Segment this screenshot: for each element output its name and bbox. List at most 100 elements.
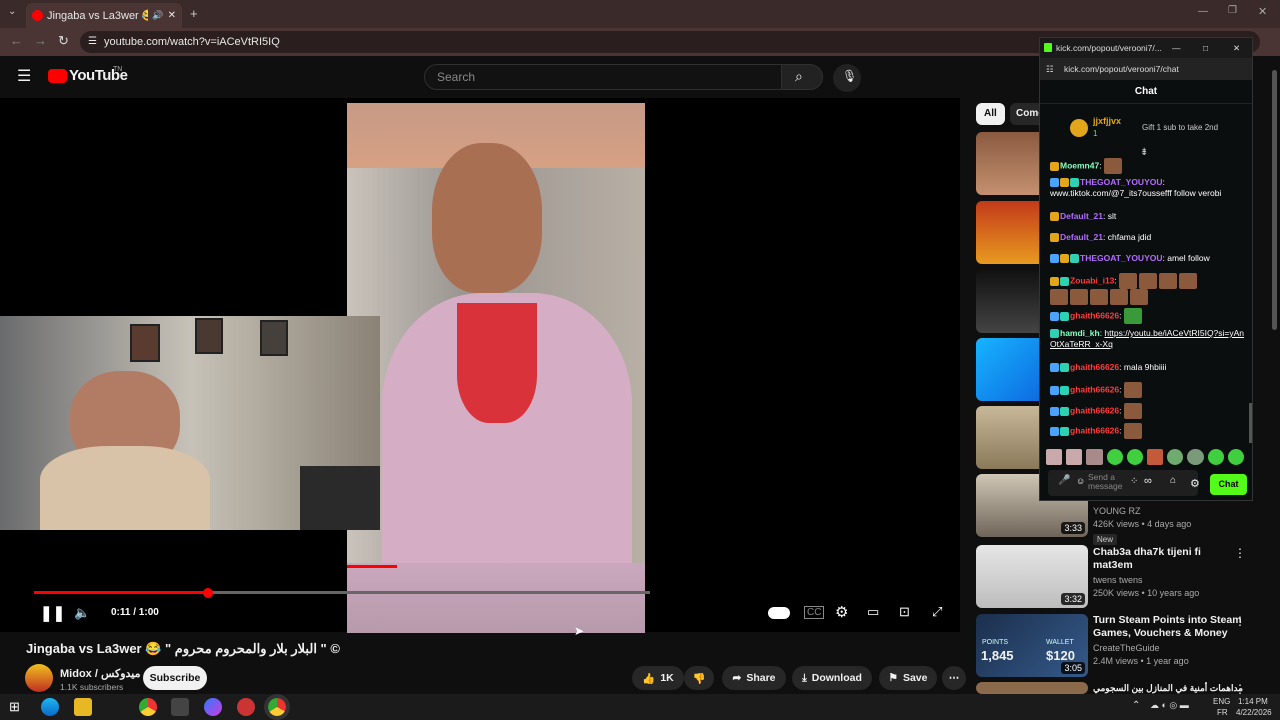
- chat-message: ghaith66626:: [1050, 403, 1246, 419]
- channel-name[interactable]: Midox / ميدوكس: [60, 667, 141, 680]
- like-count: 1K: [660, 672, 674, 684]
- language-indicator[interactable]: ENG: [1213, 697, 1230, 706]
- chrome-active-icon[interactable]: [264, 694, 290, 720]
- popout-close-icon[interactable]: ✕: [1233, 38, 1240, 58]
- share-button[interactable]: ➦ Share: [722, 666, 786, 690]
- more-actions-button[interactable]: ⋯: [942, 666, 966, 690]
- mic-icon[interactable]: 🎤: [1058, 475, 1070, 486]
- save-button[interactable]: ⚑ Save: [879, 666, 937, 690]
- video-thumbnail[interactable]: 3:32: [976, 545, 1088, 608]
- infinity-icon[interactable]: ∞: [1144, 475, 1152, 487]
- autoplay-toggle[interactable]: [768, 607, 790, 619]
- chat-message: Default_21: chfama jdid: [1050, 232, 1246, 243]
- popout-url-bar[interactable]: ☷ kick.com/popout/verooni7/chat: [1040, 58, 1252, 80]
- file-explorer-icon[interactable]: [74, 698, 92, 716]
- dislike-button[interactable]: 👎: [684, 666, 714, 690]
- search-input[interactable]: Search: [424, 64, 782, 90]
- close-window-icon[interactable]: ✕: [1258, 5, 1267, 18]
- video-info[interactable]: Turn Steam Points into Steam Games, Vouc…: [1093, 614, 1243, 666]
- video-info[interactable]: Chab3a dha7k tijeni fi mat3em twens twen…: [1093, 546, 1243, 598]
- pin-icon[interactable]: ⇟: [1140, 147, 1148, 158]
- edge-icon[interactable]: [41, 698, 59, 716]
- messenger-icon[interactable]: [204, 698, 222, 716]
- new-tab-icon[interactable]: +: [190, 6, 198, 21]
- share-icon: ➦: [732, 672, 742, 684]
- cast-icon[interactable]: ⊡: [899, 604, 910, 620]
- clock-date[interactable]: 4/22/2026: [1236, 708, 1272, 717]
- captions-icon[interactable]: CC: [804, 606, 825, 619]
- reload-icon[interactable]: ↻: [58, 33, 69, 49]
- chat-scrollbar[interactable]: [1249, 403, 1252, 443]
- channel-name[interactable]: CreateTheGuide: [1093, 643, 1243, 653]
- fullscreen-icon[interactable]: ⤢: [932, 604, 942, 620]
- thumb-points-label: POINTS: [982, 639, 1009, 646]
- chat-message: THEGOAT_YOUYOU: www.tiktok.com/@7_its7ou…: [1050, 177, 1222, 198]
- close-tab-icon[interactable]: ✕: [168, 10, 176, 21]
- chat-message-input[interactable]: 🎤 ☺ Send a message ⁘ ∞ ⌂: [1048, 470, 1198, 496]
- video-thumbnail[interactable]: POINTS 1,845 WALLET $120 3:05: [976, 614, 1088, 677]
- tab-title: Jingaba vs La3wer 😂 " البلا: [47, 10, 148, 22]
- windows-start-icon[interactable]: ⊞: [9, 699, 20, 715]
- popout-minimize-icon[interactable]: —: [1172, 38, 1181, 58]
- youtube-logo-icon[interactable]: [48, 69, 67, 83]
- channel-avatar[interactable]: [25, 664, 53, 692]
- video-title[interactable]: Turn Steam Points into Steam Games, Vouc…: [1093, 614, 1243, 640]
- minimize-icon[interactable]: —: [1198, 6, 1208, 17]
- video-duration: 3:32: [1061, 593, 1085, 605]
- send-chat-button[interactable]: Chat: [1210, 474, 1247, 495]
- page-scrollbar[interactable]: [1272, 70, 1277, 330]
- gift-sub-prompt[interactable]: Gift 1 sub to take 2nd: [1142, 123, 1218, 132]
- progress-scrubber[interactable]: [203, 588, 213, 598]
- url-text: youtube.com/watch?v=iACeVtRI5IQ: [104, 36, 280, 48]
- voice-search-button[interactable]: 🎙: [833, 64, 861, 92]
- chrome-icon[interactable]: [139, 698, 157, 716]
- store-icon[interactable]: [171, 698, 189, 716]
- tab-list-icon[interactable]: ⌄: [8, 6, 16, 17]
- video-info[interactable]: YOUNG RZ 426K views • 4 days ago New: [1093, 503, 1243, 547]
- subscribe-button[interactable]: Subscribe: [143, 666, 207, 690]
- restore-icon[interactable]: ❐: [1228, 5, 1237, 16]
- volume-icon[interactable]: 🔈: [74, 605, 90, 621]
- popout-title: kick.com/popout/verooni7/...: [1056, 43, 1162, 53]
- forward-icon[interactable]: →: [34, 33, 47, 48]
- popout-maximize-icon[interactable]: □: [1203, 38, 1208, 58]
- download-button[interactable]: ⤓ Download: [792, 666, 872, 690]
- emote-picker-icon[interactable]: ☺: [1076, 476, 1085, 486]
- channel-name[interactable]: twens twens: [1093, 575, 1243, 585]
- miniplayer-icon[interactable]: ▭: [867, 604, 879, 620]
- youtube-favicon-icon: [32, 10, 43, 21]
- top-gifter-name[interactable]: jjxfjjvx: [1093, 116, 1121, 126]
- more-options-icon[interactable]: ⋮: [1234, 614, 1246, 628]
- settings-icon[interactable]: ⚙: [835, 603, 848, 621]
- video-frame-main: [347, 103, 645, 633]
- time-display: 0:11 / 1:00: [111, 607, 159, 618]
- tray-chevron-icon[interactable]: ⌃: [1132, 700, 1140, 711]
- store-icon[interactable]: ⌂: [1170, 475, 1176, 486]
- apps-icon[interactable]: ⁘: [1130, 476, 1138, 487]
- emote-bar[interactable]: [1046, 449, 1246, 465]
- video-stats: 250K views • 10 years ago: [1093, 588, 1200, 598]
- video-duration: 3:05: [1061, 662, 1085, 674]
- video-title[interactable]: Chab3a dha7k tijeni fi mat3em: [1093, 546, 1243, 572]
- like-button[interactable]: 👍 1K: [632, 666, 684, 690]
- mic-icon: 🎙: [842, 69, 858, 83]
- clock-time[interactable]: 1:14 PM: [1238, 697, 1268, 706]
- popout-titlebar: kick.com/popout/verooni7/... — □ ✕: [1040, 38, 1252, 58]
- chat-message: THEGOAT_YOUYOU: amel follow: [1050, 253, 1246, 264]
- app-icon[interactable]: [237, 698, 255, 716]
- chat-message: Default_21: slt: [1050, 211, 1246, 222]
- more-options-icon[interactable]: ⋮: [1234, 546, 1246, 560]
- browser-tab[interactable]: Jingaba vs La3wer 😂 " البلا 🔊 ✕: [26, 3, 182, 28]
- video-stats: 426K views • 4 days ago: [1093, 519, 1192, 529]
- region-indicator[interactable]: FR: [1217, 708, 1228, 717]
- channel-name[interactable]: YOUNG RZ: [1093, 506, 1243, 516]
- tray-icons[interactable]: ☁ ◐ ◎ ▬: [1150, 700, 1189, 711]
- search-button[interactable]: ⌕: [781, 64, 823, 90]
- site-info-icon[interactable]: ☰: [88, 31, 97, 53]
- pause-icon[interactable]: ❚❚: [40, 604, 65, 622]
- chat-settings-icon[interactable]: ⚙: [1190, 477, 1200, 490]
- menu-icon[interactable]: ☰: [17, 66, 31, 86]
- video-thumbnail[interactable]: [976, 682, 1088, 694]
- back-icon[interactable]: ←: [10, 33, 23, 48]
- chip-all[interactable]: All: [976, 103, 1005, 125]
